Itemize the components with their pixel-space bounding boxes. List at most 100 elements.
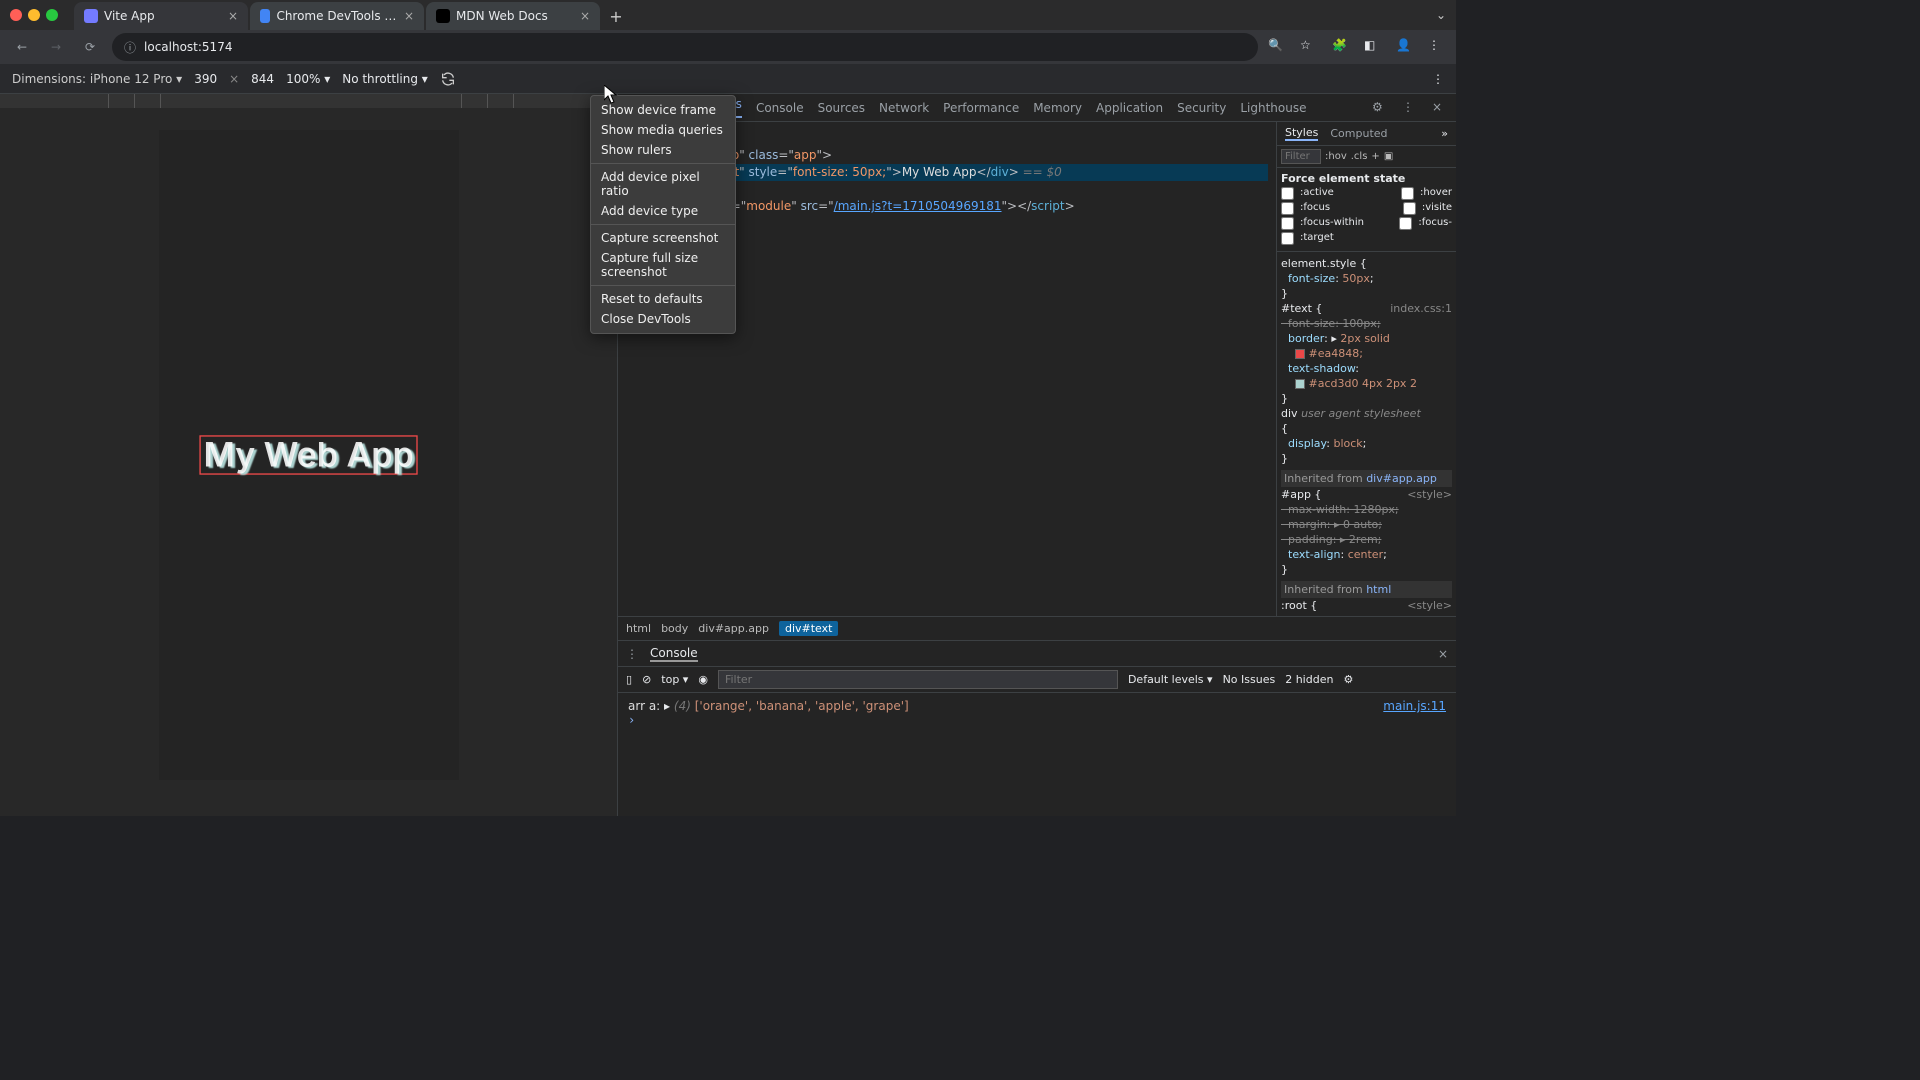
menu-item[interactable]: Reset to defaults: [591, 289, 735, 309]
live-expression-icon[interactable]: ◉: [698, 673, 708, 686]
browser-tab[interactable]: MDN Web Docs ×: [426, 2, 600, 30]
console-filter-input[interactable]: [718, 670, 1118, 689]
console-output[interactable]: arr a: ▸ (4) ['orange', 'banana', 'apple…: [618, 693, 1456, 816]
device-viewport-area: My Web App: [0, 94, 617, 816]
menu-item[interactable]: Show device frame: [591, 100, 735, 120]
close-window-button[interactable]: [10, 9, 22, 21]
dimension-separator: ×: [229, 72, 239, 86]
tabs-overflow-icon[interactable]: ⌄: [1436, 8, 1446, 22]
more-tabs-icon[interactable]: »: [1441, 127, 1448, 140]
menu-item[interactable]: Close DevTools: [591, 309, 735, 329]
console-menu-icon[interactable]: ⋮: [626, 647, 638, 661]
favicon-icon: [84, 9, 98, 23]
console-drawer: ⋮ Console × ▯ ⊘ top ▾ ◉ Default levels ▾…: [618, 640, 1456, 816]
extensions-icon[interactable]: 🧩: [1332, 38, 1350, 56]
breadcrumb: html body div#app.app div#text: [618, 616, 1456, 640]
pseudo-hover[interactable]: [1401, 187, 1414, 200]
force-state-panel: Force element state :active :hover :focu…: [1277, 168, 1456, 252]
console-prompt[interactable]: ›: [628, 713, 1446, 727]
browser-tab[interactable]: Chrome DevTools | Chrome ×: [250, 2, 424, 30]
search-icon[interactable]: 🔍: [1268, 38, 1286, 56]
console-settings-icon[interactable]: ⚙: [1343, 673, 1353, 686]
tab-console[interactable]: Console: [756, 101, 804, 115]
pseudo-focus[interactable]: [1281, 202, 1294, 215]
issues-badge[interactable]: No Issues: [1223, 673, 1276, 686]
site-info-icon[interactable]: ⓘ: [124, 39, 136, 56]
close-devtools-icon[interactable]: ×: [1432, 100, 1448, 116]
render-icon[interactable]: ▣: [1384, 151, 1393, 162]
hov-toggle[interactable]: :hov: [1325, 151, 1347, 162]
breadcrumb-item[interactable]: div#app.app: [698, 622, 769, 635]
device-width[interactable]: 390: [194, 72, 217, 86]
tab-title: Vite App: [104, 9, 155, 23]
url-text: localhost:5174: [144, 40, 232, 54]
tab-performance[interactable]: Performance: [943, 101, 1019, 115]
tab-lighthouse[interactable]: Lighthouse: [1240, 101, 1306, 115]
menu-item[interactable]: Capture screenshot: [591, 228, 735, 248]
menu-item[interactable]: Show media queries: [591, 120, 735, 140]
levels-dropdown[interactable]: Default levels ▾: [1128, 673, 1213, 686]
context-dropdown[interactable]: top ▾: [661, 673, 688, 686]
pseudo-visited[interactable]: [1403, 202, 1416, 215]
source-link[interactable]: main.js:11: [1383, 699, 1446, 713]
address-bar[interactable]: ⓘ localhost:5174: [112, 33, 1258, 61]
device-more-icon[interactable]: ⋮: [1432, 72, 1444, 86]
styles-filter-input[interactable]: [1281, 149, 1321, 164]
computed-tab[interactable]: Computed: [1330, 127, 1387, 140]
maximize-window-button[interactable]: [46, 9, 58, 21]
breadcrumb-item[interactable]: body: [661, 622, 688, 635]
close-tab-icon[interactable]: ×: [228, 9, 238, 23]
browser-tabstrip: Vite App × Chrome DevTools | Chrome × MD…: [74, 0, 630, 30]
profile-icon[interactable]: 👤: [1396, 38, 1414, 56]
device-toolbar: Dimensions: iPhone 12 Pro ▾ 390 × 844 10…: [0, 64, 1456, 94]
forward-button[interactable]: →: [44, 35, 68, 59]
force-state-title: Force element state: [1281, 172, 1452, 185]
window-titlebar: Vite App × Chrome DevTools | Chrome × MD…: [0, 0, 1456, 30]
menu-item[interactable]: Add device type: [591, 201, 735, 221]
menu-icon[interactable]: ⋮: [1428, 38, 1446, 56]
device-height[interactable]: 844: [251, 72, 274, 86]
bookmark-icon[interactable]: ☆: [1300, 38, 1318, 56]
close-tab-icon[interactable]: ×: [580, 9, 590, 23]
tab-memory[interactable]: Memory: [1033, 101, 1082, 115]
styles-tab[interactable]: Styles: [1285, 126, 1318, 141]
breadcrumb-item[interactable]: div#text: [779, 621, 838, 636]
clear-console-icon[interactable]: ⊘: [642, 673, 651, 686]
tab-network[interactable]: Network: [879, 101, 929, 115]
sidebar-toggle-icon[interactable]: ▯: [626, 673, 632, 686]
reload-button[interactable]: ⟳: [78, 35, 102, 59]
dimensions-dropdown[interactable]: Dimensions: iPhone 12 Pro ▾: [12, 72, 182, 86]
pseudo-active[interactable]: [1281, 187, 1294, 200]
settings-icon[interactable]: ⚙: [1372, 100, 1388, 116]
tab-security[interactable]: Security: [1177, 101, 1226, 115]
tab-application[interactable]: Application: [1096, 101, 1163, 115]
rotate-icon[interactable]: [440, 71, 456, 87]
menu-separator: [591, 163, 735, 164]
styles-rules[interactable]: element.style { font-size: 50px; } #text…: [1277, 252, 1456, 616]
pseudo-focuswithin[interactable]: [1281, 217, 1294, 230]
new-style-icon[interactable]: +: [1371, 151, 1379, 162]
sidepanel-icon[interactable]: ◧: [1364, 38, 1382, 56]
close-drawer-icon[interactable]: ×: [1438, 647, 1448, 661]
hidden-count[interactable]: 2 hidden: [1285, 673, 1333, 686]
menu-item[interactable]: Show rulers: [591, 140, 735, 160]
pseudo-focusv[interactable]: [1399, 217, 1412, 230]
minimize-window-button[interactable]: [28, 9, 40, 21]
back-button[interactable]: ←: [10, 35, 34, 59]
throttle-dropdown[interactable]: No throttling ▾: [342, 72, 428, 86]
new-tab-button[interactable]: +: [602, 2, 630, 30]
close-tab-icon[interactable]: ×: [404, 9, 414, 23]
pseudo-target[interactable]: [1281, 232, 1294, 245]
devtools-tabstrip: Elements Console Sources Network Perform…: [618, 94, 1456, 122]
tab-sources[interactable]: Sources: [818, 101, 865, 115]
tab-title: Chrome DevTools | Chrome: [276, 9, 398, 23]
menu-item[interactable]: Add device pixel ratio: [591, 167, 735, 201]
device-frame[interactable]: My Web App: [159, 130, 459, 780]
console-tab[interactable]: Console: [650, 646, 698, 662]
more-icon[interactable]: ⋮: [1402, 100, 1418, 116]
cls-toggle[interactable]: .cls: [1351, 151, 1368, 162]
menu-item[interactable]: Capture full size screenshot: [591, 248, 735, 282]
browser-tab[interactable]: Vite App ×: [74, 2, 248, 30]
breadcrumb-item[interactable]: html: [626, 622, 651, 635]
zoom-dropdown[interactable]: 100% ▾: [286, 72, 330, 86]
